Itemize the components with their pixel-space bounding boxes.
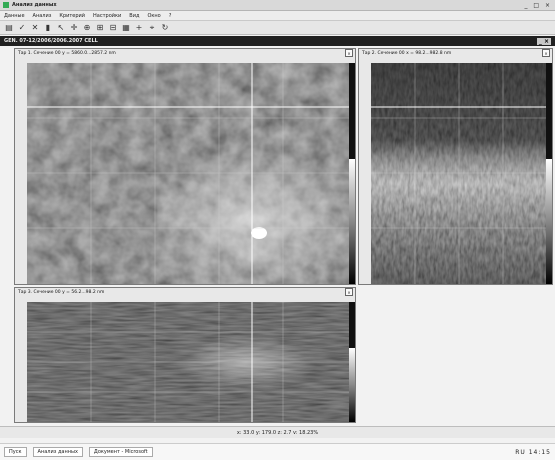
document-title-bar: GEN. 07-12/2006/2006.2007 CELL _ ×: [0, 36, 555, 46]
bottom-plot-title: Тар 3. Сечение 00 y = 56.2...98.2 nm: [18, 289, 105, 295]
check-icon[interactable]: ✓: [17, 23, 27, 33]
menu-item-analysis[interactable]: Анализ: [33, 13, 52, 19]
main-plot-panel[interactable]: Тар 1. Сечение 00 y = 5860.0...2857.2 nm…: [14, 48, 356, 285]
menu-item-view[interactable]: Вид: [129, 13, 139, 19]
taskbar: Пуск Анализ данных Документ - Microsoft …: [0, 443, 555, 460]
menu-bar: Данные Анализ Критерий Настройки Вид Окн…: [0, 11, 555, 21]
menu-item-criterion[interactable]: Критерий: [59, 13, 85, 19]
title-bar: Анализ данных _ □ ×: [0, 0, 555, 11]
menu-item-settings[interactable]: Настройки: [93, 13, 121, 19]
refresh-icon[interactable]: ↻: [160, 23, 170, 33]
right-plot-title: Тар 2. Сечение 00 x = 98.2...982.8 nm: [362, 50, 452, 56]
cursor-readout: x: 33.0 y: 179.0 z: 2.7 v: 18.23%: [236, 429, 319, 436]
bottom-y-axis: [15, 302, 27, 422]
bottom-colorbar: [349, 348, 355, 422]
main-plot-close-icon[interactable]: ×: [345, 49, 353, 57]
bars-icon[interactable]: ▮: [43, 23, 53, 33]
main-heatmap[interactable]: [27, 63, 349, 284]
right-colorbar: [546, 159, 552, 284]
zoom-out-icon[interactable]: ⊟: [108, 23, 118, 33]
bottom-plot-panel[interactable]: Тар 3. Сечение 00 y = 56.2...98.2 nm ×: [14, 287, 356, 423]
bottom-heatmap[interactable]: [27, 302, 349, 422]
document-controls[interactable]: _ ×: [536, 37, 551, 45]
cross-icon[interactable]: ✛: [69, 23, 79, 33]
zoom-icon[interactable]: ⊕: [82, 23, 92, 33]
start-button[interactable]: Пуск: [4, 447, 27, 457]
hotspot-marker: [251, 227, 267, 239]
cursor-icon[interactable]: ↖: [56, 23, 66, 33]
main-y-axis: [15, 63, 27, 284]
right-heatmap[interactable]: [371, 63, 546, 284]
menu-item-help[interactable]: ?: [169, 13, 172, 19]
right-plot-close-icon[interactable]: ×: [542, 49, 550, 57]
right-y-axis: [359, 63, 371, 284]
taskbar-item-document[interactable]: Документ - Microsoft: [88, 447, 153, 457]
document-title: GEN. 07-12/2006/2006.2007 CELL: [4, 38, 98, 44]
app-icon: [3, 2, 9, 8]
plus-icon[interactable]: +: [134, 23, 144, 33]
menu-item-window[interactable]: Окно: [147, 13, 160, 19]
system-tray: RU 14:15: [515, 448, 551, 456]
right-plot-panel[interactable]: Тар 2. Сечение 00 x = 98.2...982.8 nm ×: [358, 48, 553, 285]
window-title: Анализ данных: [12, 2, 57, 8]
status-bar: x: 33.0 y: 179.0 z: 2.7 v: 18.23%: [0, 426, 555, 438]
window-controls[interactable]: _ □ ×: [524, 2, 552, 9]
open-icon[interactable]: ▤: [4, 23, 14, 33]
filter-icon[interactable]: ⌖: [147, 23, 157, 33]
bottom-plot-close-icon[interactable]: ×: [345, 288, 353, 296]
grid-icon[interactable]: ▦: [121, 23, 131, 33]
main-plot-title: Тар 1. Сечение 00 y = 5860.0...2857.2 nm: [18, 50, 116, 56]
menu-item-data[interactable]: Данные: [4, 13, 25, 19]
zoom-in-icon[interactable]: ⊞: [95, 23, 105, 33]
x-icon[interactable]: ✕: [30, 23, 40, 33]
main-colorbar: [349, 159, 355, 284]
taskbar-item-analysis[interactable]: Анализ данных: [32, 447, 83, 457]
toolbar: ▤ ✓ ✕ ▮ ↖ ✛ ⊕ ⊞ ⊟ ▦ + ⌖ ↻: [0, 21, 555, 35]
